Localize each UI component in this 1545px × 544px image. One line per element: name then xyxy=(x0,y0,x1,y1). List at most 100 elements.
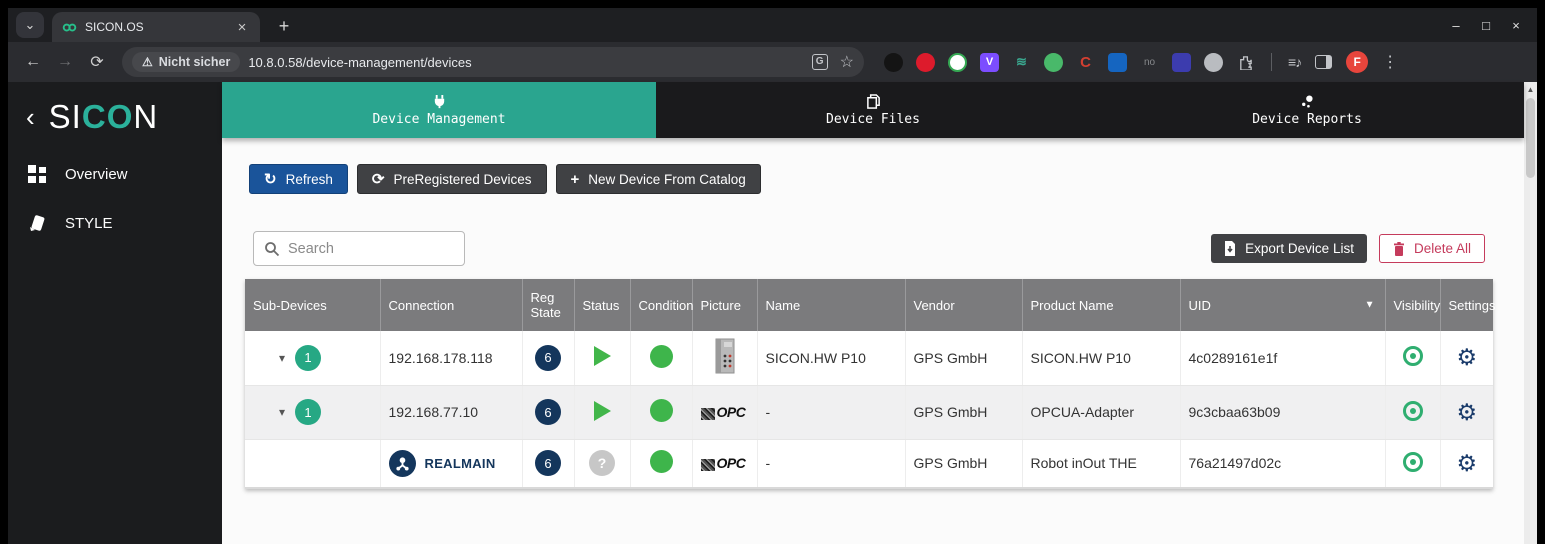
connection-cell: 192.168.178.118 xyxy=(380,331,522,385)
sidebar-item-style[interactable]: STYLE xyxy=(8,199,222,248)
settings-gear-icon[interactable]: ⚙ xyxy=(1456,401,1477,424)
table-row[interactable]: REALMAIN 6 ? OPC - GPS GmbH Robot inO xyxy=(245,439,1493,488)
expand-caret-icon[interactable]: ▾ xyxy=(279,351,285,365)
device-table: Sub-Devices Connection Reg State Status … xyxy=(245,279,1493,489)
expand-caret-icon[interactable]: ▾ xyxy=(279,405,285,419)
col-connection[interactable]: Connection xyxy=(380,279,522,331)
collapse-sidebar-icon[interactable]: ‹ xyxy=(26,106,35,128)
col-label: UID xyxy=(1189,298,1211,313)
device-picture xyxy=(712,338,738,374)
page-scrollbar[interactable]: ▲ xyxy=(1524,82,1537,544)
extension-icon-9[interactable]: no xyxy=(1140,53,1159,72)
extension-icon-2[interactable] xyxy=(916,53,935,72)
preregistered-label: PreRegistered Devices xyxy=(393,172,531,187)
security-chip[interactable]: ⚠ Nicht sicher xyxy=(132,52,240,72)
trash-icon xyxy=(1393,242,1405,256)
sub-device-realmain[interactable]: REALMAIN xyxy=(389,450,514,477)
logo-co: CO xyxy=(82,98,134,135)
search-input[interactable] xyxy=(288,241,438,257)
extension-icon-11[interactable] xyxy=(1204,53,1223,72)
address-bar[interactable]: ⚠ Nicht sicher 10.8.0.58/device-manageme… xyxy=(122,47,864,77)
report-dots-icon xyxy=(1300,94,1315,109)
extension-icon-6[interactable] xyxy=(1044,53,1063,72)
col-visibility[interactable]: Visibility xyxy=(1385,279,1440,331)
puzzle-icon xyxy=(1238,55,1253,70)
close-window-button[interactable]: × xyxy=(1501,18,1531,33)
condition-ok-icon xyxy=(650,450,673,473)
col-vendor[interactable]: Vendor xyxy=(905,279,1022,331)
extension-icon-8[interactable] xyxy=(1108,53,1127,72)
search-box[interactable] xyxy=(253,231,465,266)
sort-down-icon[interactable]: ▼ xyxy=(1365,300,1375,311)
col-sub-devices[interactable]: Sub-Devices xyxy=(245,279,380,331)
export-device-list-button[interactable]: Export Device List xyxy=(1211,234,1367,263)
col-product-name[interactable]: Product Name xyxy=(1022,279,1180,331)
browser-tabstrip: ⌄ SICON.OS × + – □ × xyxy=(8,8,1537,42)
table-row[interactable]: ▾ 1 192.168.77.10 6 OPC - xyxy=(245,385,1493,439)
name-cell: - xyxy=(757,439,905,488)
refresh-button[interactable]: ↻ Refresh xyxy=(249,164,348,194)
profile-avatar[interactable]: F xyxy=(1346,51,1368,73)
browser-menu-icon[interactable]: ⋮ xyxy=(1382,52,1396,72)
settings-gear-icon[interactable]: ⚙ xyxy=(1456,346,1477,369)
playlist-icon[interactable]: ≡♪ xyxy=(1288,54,1301,70)
extension-icon-7[interactable]: C xyxy=(1076,53,1095,72)
reg-state-badge: 6 xyxy=(535,450,561,476)
bookmark-star-icon[interactable]: ☆ xyxy=(840,52,854,72)
reload-button[interactable]: ⟳ xyxy=(84,52,110,72)
status-running-icon xyxy=(594,346,611,366)
logo-n: N xyxy=(133,98,158,135)
uid-cell: 4c0289161e1f xyxy=(1180,331,1385,385)
extension-icon-10[interactable] xyxy=(1172,53,1191,72)
extension-icon-3[interactable] xyxy=(948,53,967,72)
col-picture[interactable]: Picture xyxy=(692,279,757,331)
browser-tab-sicon[interactable]: SICON.OS × xyxy=(52,12,260,42)
col-name[interactable]: Name xyxy=(757,279,905,331)
back-button[interactable]: ← xyxy=(20,53,46,71)
col-status[interactable]: Status xyxy=(574,279,630,331)
new-device-from-catalog-button[interactable]: + New Device From Catalog xyxy=(556,164,761,194)
col-uid[interactable]: UID ▼ xyxy=(1180,279,1385,331)
forward-button[interactable]: → xyxy=(52,53,78,71)
sidebar-item-overview[interactable]: Overview xyxy=(8,150,222,199)
export-label: Export Device List xyxy=(1245,241,1354,256)
sidebar: ‹ SICON Overview STYLE xyxy=(8,82,222,544)
scrollbar-thumb[interactable] xyxy=(1526,98,1535,178)
scroll-up-icon[interactable]: ▲ xyxy=(1524,82,1537,94)
tab-close-icon[interactable]: × xyxy=(234,19,250,36)
content: ↻ Refresh ⟳ PreRegistered Devices + New … xyxy=(222,138,1524,544)
sub-device-count-badge[interactable]: 1 xyxy=(295,345,321,371)
col-condition[interactable]: Condition xyxy=(630,279,692,331)
tab-device-reports[interactable]: Device Reports xyxy=(1090,82,1524,138)
new-tab-button[interactable]: + xyxy=(270,12,298,40)
sitemap-icon xyxy=(389,450,416,477)
sub-device-count-badge[interactable]: 1 xyxy=(295,399,321,425)
status-running-icon xyxy=(594,401,611,421)
col-settings[interactable]: Settings xyxy=(1440,279,1493,331)
visibility-eye-icon[interactable] xyxy=(1403,452,1423,472)
maximize-button[interactable]: □ xyxy=(1471,18,1501,33)
col-label: Product Name xyxy=(1031,298,1114,313)
tab-device-files[interactable]: Device Files xyxy=(656,82,1090,138)
preregistered-devices-button[interactable]: ⟳ PreRegistered Devices xyxy=(357,164,547,194)
connection-cell: 192.168.77.10 xyxy=(380,385,522,439)
col-reg-state[interactable]: Reg State xyxy=(522,279,574,331)
tab-search-button[interactable]: ⌄ xyxy=(16,12,44,38)
grid-icon xyxy=(28,165,47,184)
translate-icon[interactable]: G xyxy=(812,54,828,70)
extensions-puzzle-icon[interactable] xyxy=(1236,53,1255,72)
reg-state-badge: 6 xyxy=(535,345,561,371)
minimize-button[interactable]: – xyxy=(1441,18,1471,33)
visibility-eye-icon[interactable] xyxy=(1403,346,1423,366)
extension-icon-1[interactable] xyxy=(884,53,903,72)
extension-icon-4[interactable]: V xyxy=(980,53,999,72)
settings-gear-icon[interactable]: ⚙ xyxy=(1456,452,1477,475)
new-device-label: New Device From Catalog xyxy=(588,172,746,187)
plug-icon xyxy=(432,94,447,109)
side-panel-icon[interactable] xyxy=(1315,55,1332,69)
delete-all-button[interactable]: Delete All xyxy=(1379,234,1485,263)
table-row[interactable]: ▾ 1 192.168.178.118 6 xyxy=(245,331,1493,385)
tab-device-management[interactable]: Device Management xyxy=(222,82,656,138)
extension-icon-5[interactable]: ≋ xyxy=(1012,53,1031,72)
visibility-eye-icon[interactable] xyxy=(1403,401,1423,421)
